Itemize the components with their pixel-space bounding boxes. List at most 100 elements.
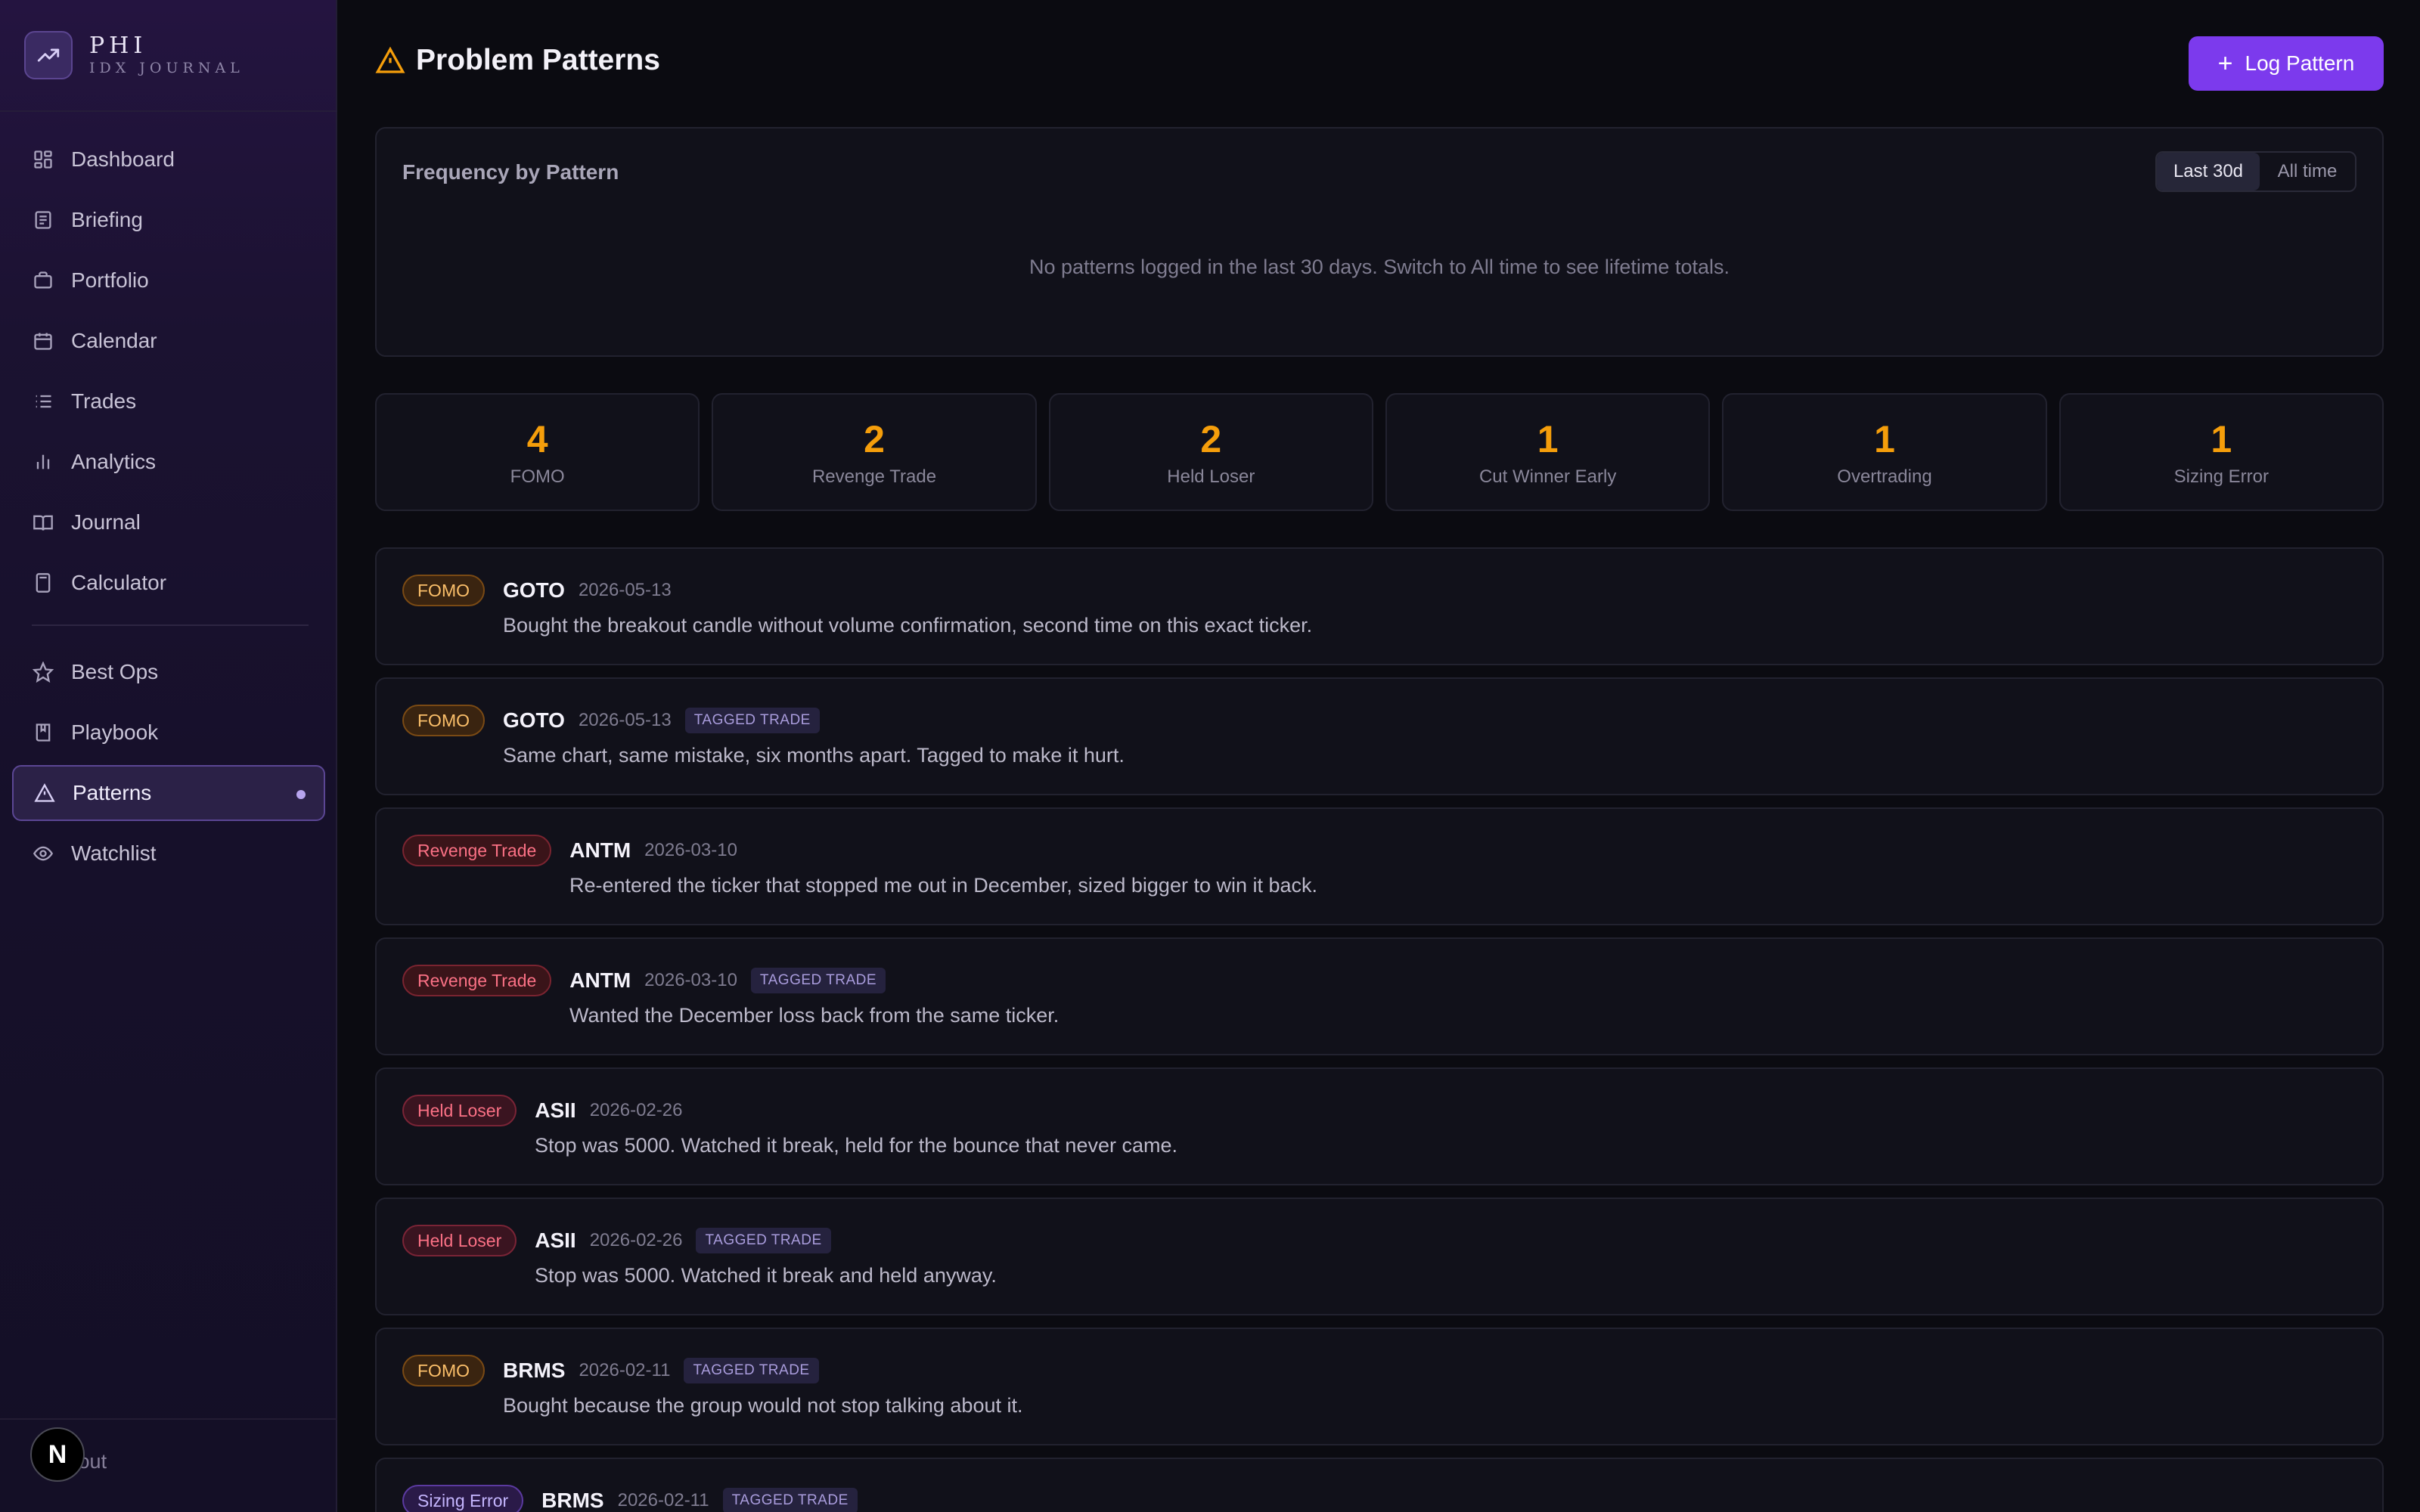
calendar-icon — [32, 330, 54, 352]
pattern-tag: Revenge Trade — [402, 965, 552, 996]
stat-count: 1 — [2211, 418, 2232, 460]
page-header: Problem Patterns + Log Pattern — [375, 36, 2384, 92]
nav-item-portfolio[interactable]: Portfolio — [12, 253, 325, 308]
dev-tools-badge[interactable]: N — [30, 1427, 85, 1482]
active-indicator-dot — [296, 790, 306, 799]
log-pattern-button[interactable]: + Log Pattern — [2189, 36, 2384, 91]
nav-label: Playbook — [71, 720, 159, 744]
pattern-tag: FOMO — [402, 575, 485, 606]
nav-item-briefing[interactable]: Briefing — [12, 192, 325, 248]
pattern-tag: FOMO — [402, 705, 485, 736]
nav-item-trades[interactable]: Trades — [12, 373, 325, 429]
nav-label: Patterns — [73, 781, 152, 804]
nav-item-playbook[interactable]: Playbook — [12, 705, 325, 761]
bar-chart-icon — [32, 451, 54, 473]
divider — [0, 1418, 337, 1420]
nav-item-dashboard[interactable]: Dashboard — [12, 132, 325, 187]
pattern-entry[interactable]: FOMO BRMS 2026-02-11 TAGGED TRADE Bought bec… — [375, 1328, 2384, 1445]
entry-date: 2026-02-26 — [589, 1230, 683, 1250]
dashboard-icon — [32, 148, 54, 171]
pattern-entries-list: FOMO GOTO 2026-05-13 Bought the breakout ca… — [375, 547, 2384, 1512]
tagged-trade-badge: TAGGED TRADE — [750, 968, 886, 993]
warning-icon — [375, 45, 405, 76]
nav-item-patterns[interactable]: Patterns — [12, 765, 325, 821]
stat-label: Revenge Trade — [811, 466, 937, 487]
ticker: GOTO — [503, 578, 565, 602]
stat-label: Sizing Error — [2173, 466, 2269, 487]
stat-card: 1 Sizing Error — [2059, 393, 2384, 511]
entry-note: Bought the breakout candle without volum… — [503, 614, 1313, 637]
entry-note: Stop was 5000. Watched it break, held fo… — [535, 1134, 1177, 1157]
book-icon — [32, 511, 54, 534]
pattern-entry[interactable]: Revenge Trade ANTM 2026-03-10 TAGGED TRADE W… — [375, 937, 2384, 1055]
divider — [0, 110, 337, 112]
stat-card: 2 Held Loser — [1048, 393, 1373, 511]
stat-count: 2 — [1200, 418, 1222, 460]
nav-item-journal[interactable]: Journal — [12, 494, 325, 550]
brand-name: PHI — [89, 33, 147, 59]
stat-count: 1 — [1537, 418, 1559, 460]
nav-label: Portfolio — [71, 268, 149, 292]
nav-label: Calculator — [71, 571, 167, 594]
ticker: ANTM — [569, 968, 631, 992]
entry-date: 2026-05-13 — [578, 710, 672, 730]
entry-date: 2026-02-11 — [579, 1360, 671, 1380]
entry-header: Revenge Trade ANTM 2026-03-10 — [402, 835, 751, 866]
entry-header: FOMO GOTO 2026-05-13 — [402, 575, 685, 606]
ticker: ASII — [535, 1098, 576, 1122]
stat-label: Overtrading — [1837, 466, 1932, 487]
pattern-entry[interactable]: FOMO GOTO 2026-05-13 Bought the breakout ca… — [375, 547, 2384, 665]
nav-label: Trades — [71, 389, 137, 413]
nav-item-calculator[interactable]: Calculator — [12, 555, 325, 611]
ticker: ASII — [535, 1228, 576, 1252]
stat-count: 4 — [526, 418, 548, 460]
page-title-text: Problem Patterns — [416, 44, 660, 76]
entry-note: Stop was 5000. Watched it break and held… — [535, 1264, 997, 1287]
pattern-entry[interactable]: Held Loser ASII 2026-02-26 TAGGED TRADE Stop… — [375, 1198, 2384, 1315]
nav-label: Calendar — [71, 329, 157, 352]
stat-count: 1 — [1874, 418, 1895, 460]
nav-divider — [32, 624, 309, 626]
briefcase-icon — [32, 269, 54, 292]
page-title: Problem Patterns — [375, 44, 660, 77]
stat-card: 2 Revenge Trade — [712, 393, 1037, 511]
entry-date: 2026-05-13 — [578, 580, 672, 600]
tagged-trade-badge: TAGGED TRADE — [684, 708, 820, 733]
pattern-entry[interactable]: Sizing Error BRMS 2026-02-11 TAGGED TRADE — [375, 1458, 2384, 1512]
entry-header: Sizing Error BRMS 2026-02-11 TAGGED TRADE — [402, 1485, 858, 1512]
entry-header: Revenge Trade ANTM 2026-03-10 TAGGED TRADE — [402, 965, 886, 996]
pattern-entry[interactable]: FOMO GOTO 2026-05-13 TAGGED TRADE Same chart… — [375, 677, 2384, 795]
nav-item-best-ops[interactable]: Best Ops — [12, 644, 325, 700]
pattern-tag: Held Loser — [402, 1225, 517, 1256]
tagged-trade-badge: TAGGED TRADE — [722, 1488, 858, 1512]
entry-header: Held Loser ASII 2026-02-26 TAGGED TRADE — [402, 1225, 831, 1256]
nav-label: Analytics — [71, 450, 157, 473]
range-last-30d[interactable]: Last 30d — [2157, 153, 2260, 191]
entry-header: FOMO GOTO 2026-05-13 TAGGED TRADE — [402, 705, 820, 736]
range-all-time[interactable]: All time — [2260, 153, 2355, 191]
star-icon — [32, 661, 54, 683]
tagged-trade-badge: TAGGED TRADE — [684, 1358, 819, 1383]
brand-subtitle: IDX JOURNAL — [89, 60, 244, 76]
nav-item-calendar[interactable]: Calendar — [12, 313, 325, 369]
nav-label: Briefing — [71, 208, 143, 231]
nav-label: Journal — [71, 510, 141, 534]
pattern-tag: Sizing Error — [402, 1485, 524, 1512]
stat-label: Held Loser — [1167, 466, 1255, 487]
warning-icon — [33, 782, 56, 804]
entry-note: Bought because the group would not stop … — [503, 1394, 1023, 1417]
brand[interactable]: PHI IDX JOURNAL — [24, 30, 244, 80]
pattern-stats: 4 FOMO 2 Revenge Trade 2 Held Loser 1 Cu… — [375, 393, 2384, 511]
stat-label: FOMO — [510, 466, 565, 487]
nav-item-watchlist[interactable]: Watchlist — [12, 826, 325, 881]
pattern-entry[interactable]: Revenge Trade ANTM 2026-03-10 Re-entered th… — [375, 807, 2384, 925]
list-icon — [32, 390, 54, 413]
pattern-tag: FOMO — [402, 1355, 485, 1387]
frequency-title: Frequency by Pattern — [402, 160, 619, 184]
nav-item-analytics[interactable]: Analytics — [12, 434, 325, 490]
bookmark-book-icon — [32, 721, 54, 744]
eye-icon — [32, 842, 54, 865]
pattern-entry[interactable]: Held Loser ASII 2026-02-26 Stop was 5000. W… — [375, 1067, 2384, 1185]
frequency-card: Frequency by Pattern Last 30d All time N… — [375, 127, 2384, 357]
entry-note: Same chart, same mistake, six months apa… — [503, 744, 1125, 767]
